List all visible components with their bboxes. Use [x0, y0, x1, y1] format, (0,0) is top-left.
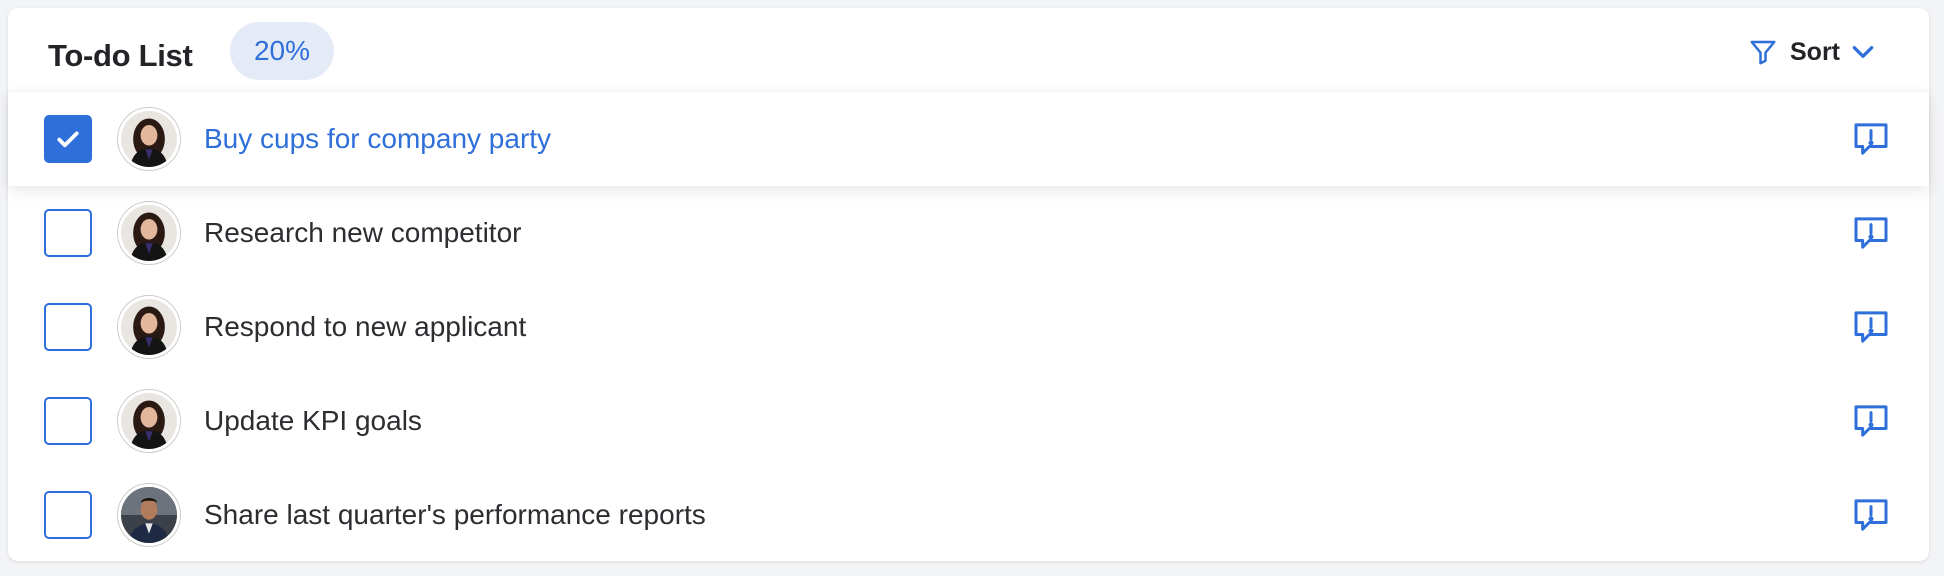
- man-avatar: [118, 484, 180, 546]
- todo-header: To-do List 20% Sort: [8, 8, 1929, 91]
- woman-avatar: [118, 202, 180, 264]
- task-checkbox[interactable]: [44, 491, 92, 539]
- task-label: Update KPI goals: [204, 405, 422, 436]
- sort-button[interactable]: Sort: [1748, 34, 1876, 70]
- woman-avatar: [118, 108, 180, 170]
- task-label: Research new competitor: [204, 217, 522, 248]
- task-label: Respond to new applicant: [204, 311, 527, 342]
- task-checkbox[interactable]: [44, 397, 92, 445]
- task-checkbox[interactable]: [44, 115, 92, 163]
- page-title: To-do List: [48, 38, 193, 73]
- comment-alert-icon[interactable]: [1851, 307, 1891, 347]
- woman-avatar: [118, 390, 180, 452]
- task-row[interactable]: Update KPI goals: [8, 374, 1929, 468]
- checkmark-icon: [57, 131, 79, 148]
- filter-icon: [1750, 40, 1776, 65]
- sort-label: Sort: [1790, 37, 1840, 66]
- task-row[interactable]: Respond to new applicant: [8, 280, 1929, 374]
- task-row[interactable]: Research new competitor: [8, 186, 1929, 280]
- todo-card: To-do List 20% Sort Buy cups for company…: [8, 8, 1929, 561]
- task-row[interactable]: Buy cups for company party: [8, 92, 1929, 186]
- task-row[interactable]: Share last quarter's performance reports: [8, 468, 1929, 562]
- woman-avatar: [118, 296, 180, 358]
- comment-alert-icon[interactable]: [1851, 401, 1891, 441]
- task-list: Buy cups for company party Research new …: [8, 92, 1929, 562]
- comment-alert-icon[interactable]: [1851, 213, 1891, 253]
- comment-alert-icon[interactable]: [1851, 495, 1891, 535]
- chevron-down-icon: [1852, 46, 1874, 58]
- task-checkbox[interactable]: [44, 209, 92, 257]
- comment-alert-icon[interactable]: [1851, 119, 1891, 159]
- task-label: Buy cups for company party: [204, 123, 552, 154]
- task-label: Share last quarter's performance reports: [204, 499, 706, 530]
- progress-badge: 20%: [230, 22, 334, 80]
- task-checkbox[interactable]: [44, 303, 92, 351]
